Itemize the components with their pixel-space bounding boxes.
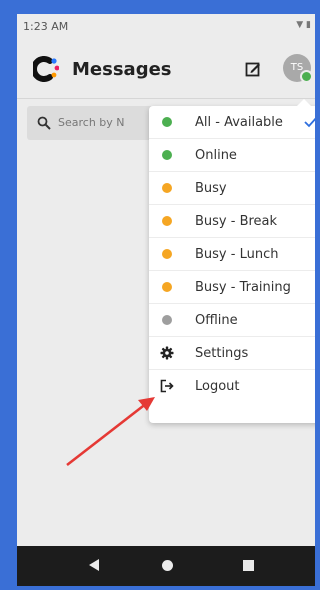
recent-apps-icon[interactable]	[243, 560, 254, 571]
home-icon[interactable]	[162, 560, 173, 571]
screenshot-frame: 1:23 AM ▼ ▮ Messages TS Search by N All …	[0, 0, 320, 590]
system-nav-bar	[17, 546, 315, 586]
back-icon[interactable]	[89, 559, 99, 571]
annotation-arrow	[66, 397, 155, 467]
phone-screen: 1:23 AM ▼ ▮ Messages TS Search by N All …	[17, 14, 315, 586]
